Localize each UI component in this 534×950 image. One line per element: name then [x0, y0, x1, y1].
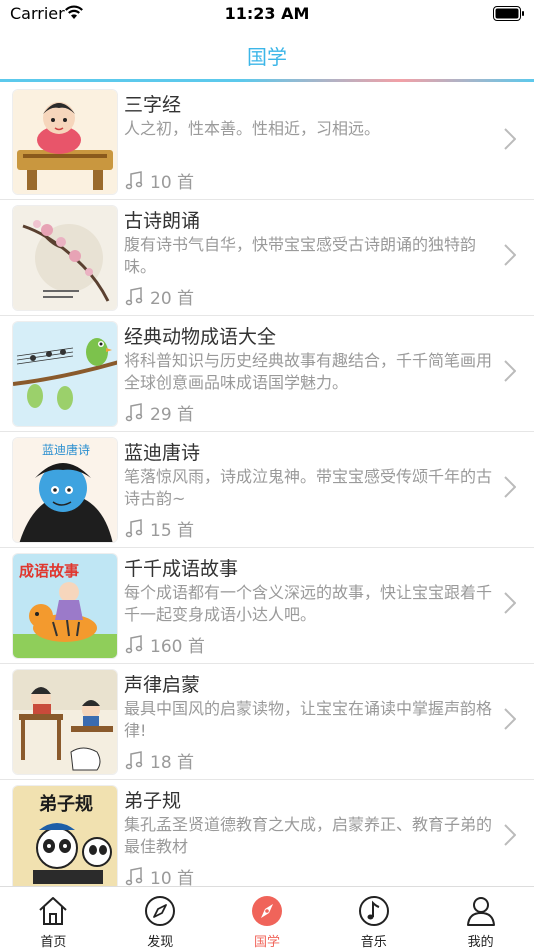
list-item-dongwu-chengyu[interactable]: 经典动物成语大全 将科普知识与历史经典故事有趣结合，千千简笔画用全球创意画品味成…: [0, 316, 534, 432]
person-icon: [466, 897, 495, 926]
compass-icon: [145, 896, 176, 926]
album-thumbnail: [12, 669, 118, 775]
tab-label: 发现: [147, 935, 174, 950]
nav-underline: [0, 79, 534, 82]
page-title: 国学: [247, 45, 287, 69]
item-description: 笔落惊风雨，诗成泣鬼神。带宝宝感受传颂千年的古诗古韵~: [124, 467, 493, 508]
tab-home[interactable]: 首页: [0, 887, 107, 950]
music-note-icon: [125, 750, 143, 769]
item-count: 18 首: [124, 748, 194, 773]
album-thumbnail: 弟子规: [12, 785, 118, 886]
compass-filled-icon: [251, 896, 282, 926]
music-note-icon: [125, 866, 143, 885]
album-thumbnail: 蓝迪唐诗: [12, 437, 118, 543]
item-title: 弟子规: [124, 790, 182, 812]
chevron-right-icon: [504, 128, 516, 150]
item-count-label: 15 首: [150, 521, 195, 541]
item-count-label: 18 首: [150, 753, 195, 773]
tab-label: 我的: [467, 935, 494, 950]
item-description: 人之初，性本善。性相近，习相远。: [124, 119, 381, 138]
list-item-qianqian-chengyu[interactable]: 成语故事 千千成语故事 每个成语都有一个含义深远的故事，快让宝宝跟着千千一起变身…: [0, 548, 534, 664]
music-note-icon: [358, 896, 389, 926]
music-note-icon: [125, 286, 143, 305]
tab-mine[interactable]: 我的: [427, 887, 534, 950]
item-description: 集孔孟圣贤道德教育之大成，启蒙养正、教育子弟的最佳教材: [124, 815, 493, 856]
item-count-label: 10 首: [150, 173, 195, 193]
album-thumbnail: [12, 89, 118, 195]
list-item-shenglv-qimeng[interactable]: 声律启蒙 最具中国风的启蒙读物，让宝宝在诵读中掌握声韵格律! 18 首: [0, 664, 534, 780]
music-note-icon: [125, 518, 143, 537]
item-count-label: 10 首: [150, 869, 195, 886]
music-note-icon: [125, 634, 143, 653]
item-count: 10 首: [124, 864, 194, 886]
album-thumbnail: [12, 205, 118, 311]
item-description: 最具中国风的启蒙读物，让宝宝在诵读中掌握声韵格律!: [124, 699, 493, 740]
tab-discover[interactable]: 发现: [107, 887, 214, 950]
item-description: 将科普知识与历史经典故事有趣结合，千千简笔画用全球创意画品味成语国学魅力。: [124, 351, 493, 392]
item-count: 160 首: [124, 632, 205, 657]
thumb-text: 弟子规: [39, 793, 93, 815]
list-item-gushi-langsong[interactable]: 古诗朗诵 腹有诗书气自华，快带宝宝感受古诗朗诵的独特韵味。 20 首: [0, 200, 534, 316]
list-item-sanzijing[interactable]: 三字经 人之初，性本善。性相近，习相远。 10 首: [0, 84, 534, 200]
chevron-right-icon: [504, 824, 516, 846]
status-bar: Carrier 11:23 AM: [0, 0, 534, 28]
album-list[interactable]: 三字经 人之初，性本善。性相近，习相远。 10 首 古诗朗诵 腹有诗书气自华，快…: [0, 84, 534, 886]
chevron-right-icon: [504, 592, 516, 614]
chevron-right-icon: [504, 476, 516, 498]
item-title: 三字经: [124, 94, 182, 116]
nav-bar: 国学: [0, 28, 534, 82]
item-title: 经典动物成语大全: [124, 326, 277, 348]
music-note-icon: [125, 402, 143, 421]
item-title: 古诗朗诵: [124, 210, 201, 232]
chevron-right-icon: [504, 244, 516, 266]
item-count: 20 首: [124, 284, 194, 309]
tab-label: 国学: [253, 935, 280, 950]
item-title: 千千成语故事: [124, 558, 239, 580]
chevron-right-icon: [504, 360, 516, 382]
album-thumbnail: 成语故事: [12, 553, 118, 659]
item-count: 15 首: [124, 516, 194, 541]
tab-label: 首页: [40, 935, 67, 950]
item-count: 10 首: [124, 168, 194, 193]
tab-label: 音乐: [360, 935, 387, 950]
battery-icon: [493, 6, 524, 21]
item-description: 腹有诗书气自华，快带宝宝感受古诗朗诵的独特韵味。: [124, 235, 477, 276]
thumb-text: 成语故事: [19, 562, 79, 580]
item-count-label: 20 首: [150, 289, 195, 309]
album-thumbnail: [12, 321, 118, 427]
item-count-label: 160 首: [150, 637, 205, 657]
item-count: 29 首: [124, 400, 194, 425]
tab-guoxue[interactable]: 国学: [214, 887, 321, 950]
list-item-landi-tangshi[interactable]: 蓝迪唐诗 蓝迪唐诗 笔落惊风雨，诗成泣鬼神。带宝宝感受传颂千年的古诗古韵~ 15…: [0, 432, 534, 548]
item-title: 声律启蒙: [124, 674, 201, 696]
status-time: 11:23 AM: [224, 4, 310, 23]
item-title: 蓝迪唐诗: [124, 442, 201, 464]
item-count-label: 29 首: [150, 405, 195, 425]
item-description: 每个成语都有一个含义深远的故事，快让宝宝跟着千千一起变身成语小达人吧。: [124, 583, 493, 624]
chevron-right-icon: [504, 708, 516, 730]
home-icon: [39, 897, 68, 925]
thumb-text: 蓝迪唐诗: [42, 442, 90, 457]
music-note-icon: [125, 170, 143, 189]
list-item-dizigui[interactable]: 弟子规 弟子规 集孔孟圣贤道德教育之大成，启蒙养正、教育子弟的最佳教材 10 首: [0, 780, 534, 886]
tab-music[interactable]: 音乐: [320, 887, 427, 950]
tab-bar: 首页 发现 国学 音乐 我的: [0, 886, 534, 950]
